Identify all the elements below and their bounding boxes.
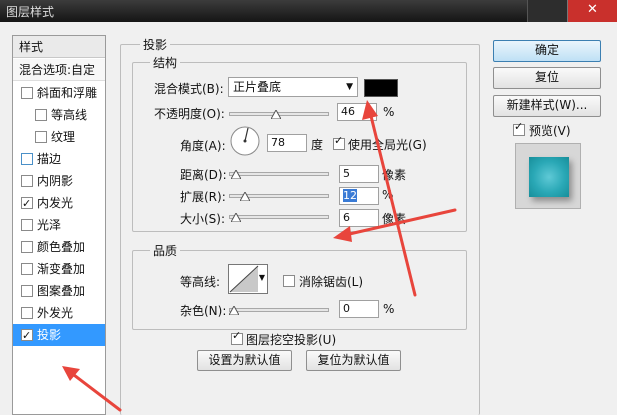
annotation-arrowhead	[333, 226, 352, 242]
annotation-arrowhead	[362, 100, 378, 120]
annotation-overlay	[62, 100, 457, 412]
annotation-arrow	[68, 370, 122, 412]
annotation-arrow	[368, 110, 417, 297]
layer-style-dialog: 图层样式 ✕ 样式 混合选项:自定 斜面和浮雕等高线纹理描边内阴影内发光光泽颜色…	[0, 0, 617, 415]
